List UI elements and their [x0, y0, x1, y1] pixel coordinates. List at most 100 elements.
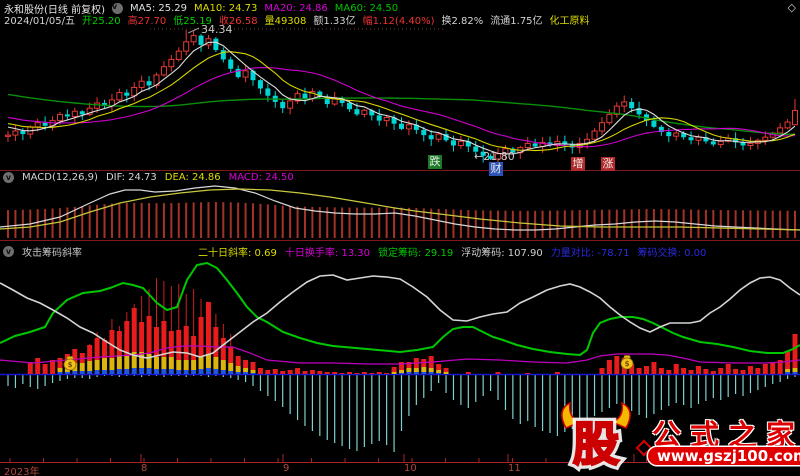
yellow-bar [414, 368, 419, 372]
candle [221, 50, 226, 59]
macd-bar [237, 203, 239, 238]
candle [132, 87, 137, 95]
red-bar [228, 347, 233, 363]
candle [65, 114, 70, 116]
blue-bar [117, 369, 122, 374]
candle [399, 124, 404, 129]
collapse-icon[interactable]: v [3, 172, 14, 183]
yellow-bar [444, 372, 449, 374]
svg-text:$: $ [625, 360, 630, 368]
yellow-bar [176, 360, 181, 370]
macd-bar [675, 209, 677, 238]
red-bar [347, 372, 352, 374]
blue-bar [184, 370, 189, 374]
macd-bar [170, 203, 172, 238]
red-bar [674, 364, 679, 374]
red-bar [132, 308, 137, 352]
yellow-bar [57, 368, 62, 372]
yellow-bar [399, 370, 404, 373]
macd-bar [423, 208, 425, 238]
collapse-icon[interactable]: v [3, 246, 14, 257]
blue-bar [95, 370, 100, 374]
red-bar [718, 368, 723, 374]
macd-bar [408, 208, 410, 238]
red-bar [139, 322, 144, 352]
candle [458, 141, 463, 145]
candle [117, 93, 122, 100]
red-bar [399, 362, 404, 370]
logo-url[interactable]: www.gszj100.com [648, 447, 800, 465]
red-bar [176, 330, 181, 360]
chart-watermark-char: 财 [489, 162, 503, 176]
yellow-bar [206, 354, 211, 368]
red-bar [644, 366, 649, 374]
macd-bar [742, 210, 744, 238]
macd-bar [490, 211, 492, 238]
macd-bar [660, 209, 662, 238]
candle [147, 81, 152, 85]
macd-bar [289, 206, 291, 238]
macd-bar [556, 211, 558, 238]
macd-bar [460, 210, 462, 238]
red-bar [147, 316, 152, 354]
macd-bar [646, 209, 648, 238]
macd-bar [111, 203, 113, 238]
blue-bar [57, 372, 62, 374]
macd-bar [37, 209, 39, 238]
red-bar [703, 369, 708, 374]
candle [176, 51, 181, 59]
diamond-icon[interactable]: ◇ [788, 1, 796, 14]
red-bar [161, 321, 166, 357]
blue-bar [169, 369, 174, 374]
candle [651, 121, 656, 127]
macd-field: DEA: 24.86 [165, 172, 221, 183]
macd-bar [727, 210, 729, 238]
red-bar [748, 366, 753, 374]
macd-bar [749, 210, 751, 238]
candle [72, 111, 77, 116]
candle [280, 102, 285, 108]
blue-bar [221, 370, 226, 374]
red-bar [288, 370, 293, 374]
macd-bar [133, 203, 135, 238]
candle [451, 140, 456, 145]
macd-bar [712, 210, 714, 238]
red-bar [436, 364, 441, 370]
candle [406, 125, 411, 129]
candle [748, 143, 753, 145]
chip-field: 锁定筹码: 29.19 [378, 244, 453, 259]
blue-bar [154, 369, 159, 374]
red-bar [273, 369, 278, 374]
macd-bar [252, 203, 254, 238]
blue-bar [191, 370, 196, 374]
red-bar [377, 372, 382, 374]
axis-month-label: 11 [508, 463, 521, 474]
macd-bar [772, 211, 774, 238]
candle [265, 88, 270, 95]
red-bar [221, 338, 226, 360]
blue-bar [80, 371, 85, 374]
red-bar [741, 370, 746, 374]
macd-bar [155, 203, 157, 238]
macd-bar [59, 208, 61, 238]
macd-bar [586, 210, 588, 238]
quote-field: 幅1.12(4.40%) [363, 12, 435, 27]
macd-bar [200, 202, 202, 238]
macd-bar [222, 202, 224, 238]
red-bar [124, 321, 129, 355]
axis-month-label: 8 [141, 463, 147, 474]
candle [258, 80, 263, 88]
yellow-bar [421, 367, 426, 372]
blue-bar [785, 372, 790, 374]
macd-bar [787, 211, 789, 238]
quote-info-bar: 2024/01/05/五开25.20高27.70低25.19收26.58量493… [4, 12, 590, 27]
candle [302, 94, 307, 99]
chip-field: 十日换手率: 13.30 [285, 244, 370, 259]
macd-bar [148, 203, 150, 238]
red-bar [555, 372, 560, 374]
candle [6, 135, 11, 136]
yellow-bar [191, 360, 196, 370]
yellow-bar [147, 354, 152, 368]
chip-histogram [28, 278, 798, 374]
yellow-bar [80, 363, 85, 371]
